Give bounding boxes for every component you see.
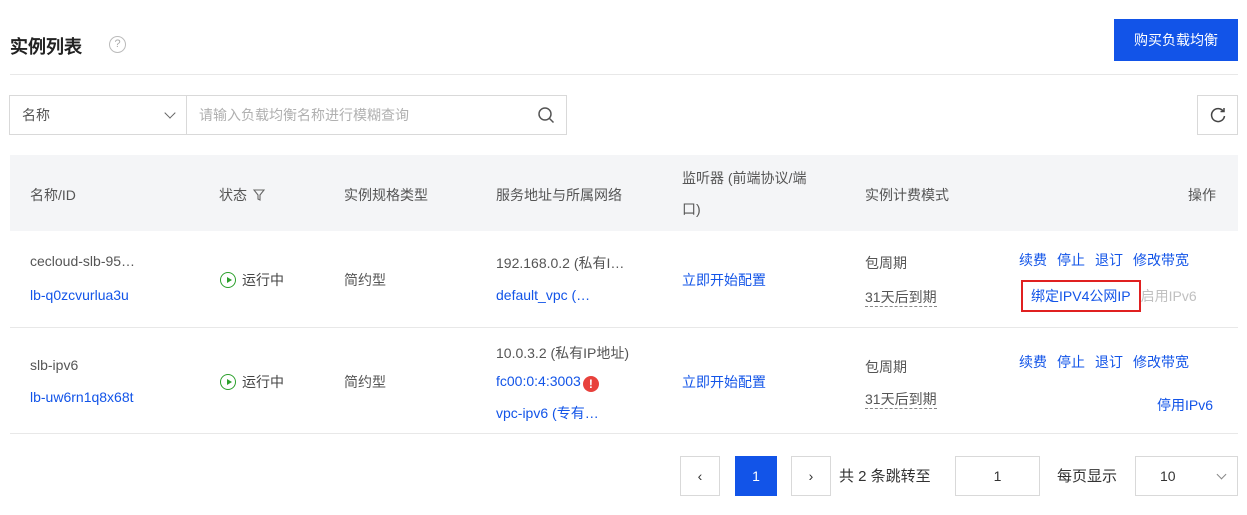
row1-spec: 简约型 (344, 272, 386, 288)
row2-listener-config-link[interactable]: 立即开始配置 (682, 372, 766, 392)
row1-name: cecloud-slb-95… (30, 253, 136, 269)
renew-link[interactable]: 续费 (1019, 352, 1047, 372)
col-status-label: 状态 (219, 187, 247, 203)
col-spec: 实例规格类型 (344, 187, 428, 203)
header-divider (10, 74, 1238, 75)
page-title: 实例列表 (10, 37, 82, 57)
search-input[interactable]: 请输入负载均衡名称进行模糊查询 (187, 105, 526, 125)
row1-network: default_vpc (… (496, 287, 591, 303)
warning-icon[interactable]: ! (582, 376, 599, 392)
jump-page-input[interactable]: 1 (955, 456, 1040, 496)
row1-ops2: 绑定IPV4公网IP 启用IPv6 (1021, 280, 1197, 312)
renew-link[interactable]: 续费 (1019, 250, 1047, 270)
next-page-button[interactable]: › (791, 456, 831, 496)
prev-page-button[interactable]: ‹ (680, 456, 720, 496)
chevron-down-icon (1216, 469, 1227, 479)
row2-ops: 续费 停止 退订 修改带宽 (1019, 352, 1189, 372)
row1-vpc-link[interactable]: default_vpc (496, 287, 568, 303)
row1-status: 运行中 (220, 270, 284, 290)
row1-listener-config-link[interactable]: 立即开始配置 (682, 270, 766, 290)
col-listener-2: 口) (682, 201, 701, 217)
per-page-label: 每页显示 (1057, 468, 1118, 485)
row2-status-label: 运行中 (242, 374, 284, 390)
row2-expire: 31天后到期 (865, 391, 937, 409)
running-icon (220, 272, 236, 288)
row2-ipv6: fc00:0:4:3003! (496, 373, 599, 392)
unsubscribe-link[interactable]: 退订 (1095, 250, 1123, 270)
row1-id-link[interactable]: lb-q0zcvurlua3u (30, 287, 129, 303)
col-billing: 实例计费模式 (865, 187, 949, 203)
chevron-down-icon (164, 107, 176, 119)
unsubscribe-link[interactable]: 退订 (1095, 352, 1123, 372)
row1-ops: 续费 停止 退订 修改带宽 (1019, 250, 1189, 270)
per-page-value: 10 (1160, 468, 1176, 484)
table-header (10, 155, 1238, 231)
search-field-label: 名称 (22, 107, 50, 123)
bind-ipv4-public-ip-link[interactable]: 绑定IPV4公网IP (1021, 280, 1141, 312)
per-page-select[interactable]: 10 (1135, 456, 1238, 496)
row1-address: 192.168.0.2 (私有I… (496, 255, 625, 271)
running-icon (220, 374, 236, 390)
row2-address: 10.0.3.2 (私有IP地址) (496, 345, 630, 361)
row1-billing: 包周期 (865, 255, 907, 271)
refresh-icon[interactable] (1197, 95, 1238, 135)
row-divider (10, 433, 1238, 434)
row2-billing: 包周期 (865, 359, 907, 375)
row2-vpc-link[interactable]: vpc-ipv6 (496, 405, 548, 421)
filter-icon[interactable] (253, 189, 265, 201)
col-listener: 监听器 (前端协议/端 (682, 170, 807, 186)
modify-bandwidth-link: 修改带宽 (1133, 354, 1189, 370)
row2-spec: 简约型 (344, 374, 386, 390)
row2-status: 运行中 (220, 372, 284, 392)
search-field-select[interactable]: 名称 (10, 96, 187, 134)
search-bar: 名称 请输入负载均衡名称进行模糊查询 (9, 95, 567, 135)
page-1-button[interactable]: 1 (735, 456, 777, 496)
stop-link[interactable]: 停止 (1057, 352, 1085, 372)
search-icon[interactable] (526, 96, 566, 134)
help-icon[interactable]: ? (109, 36, 126, 53)
total-count: 共 2 条跳转至 (839, 468, 931, 485)
row1-expire: 31天后到期 (865, 289, 937, 307)
col-ops: 操作 (1188, 187, 1216, 203)
col-status: 状态 (219, 185, 265, 205)
row2-name: slb-ipv6 (30, 357, 79, 373)
buy-load-balancer-button[interactable]: 购买负载均衡 (1114, 19, 1238, 61)
row2-network: vpc-ipv6 (专有… (496, 405, 599, 421)
row2-ipv6-link[interactable]: fc00:0:4:3003 (496, 373, 581, 389)
enable-ipv6-link: 启用IPv6 (1140, 288, 1197, 304)
modify-bandwidth-link: 修改带宽 (1133, 252, 1189, 268)
row-divider (10, 327, 1238, 328)
row2-id-link[interactable]: lb-uw6rn1q8x68t (30, 389, 134, 405)
col-name-id: 名称/ID (30, 187, 76, 203)
row1-status-label: 运行中 (242, 272, 284, 288)
col-address: 服务地址与所属网络 (496, 187, 622, 203)
disable-ipv6-link[interactable]: 停用IPv6 (1157, 395, 1213, 415)
stop-link[interactable]: 停止 (1057, 250, 1085, 270)
